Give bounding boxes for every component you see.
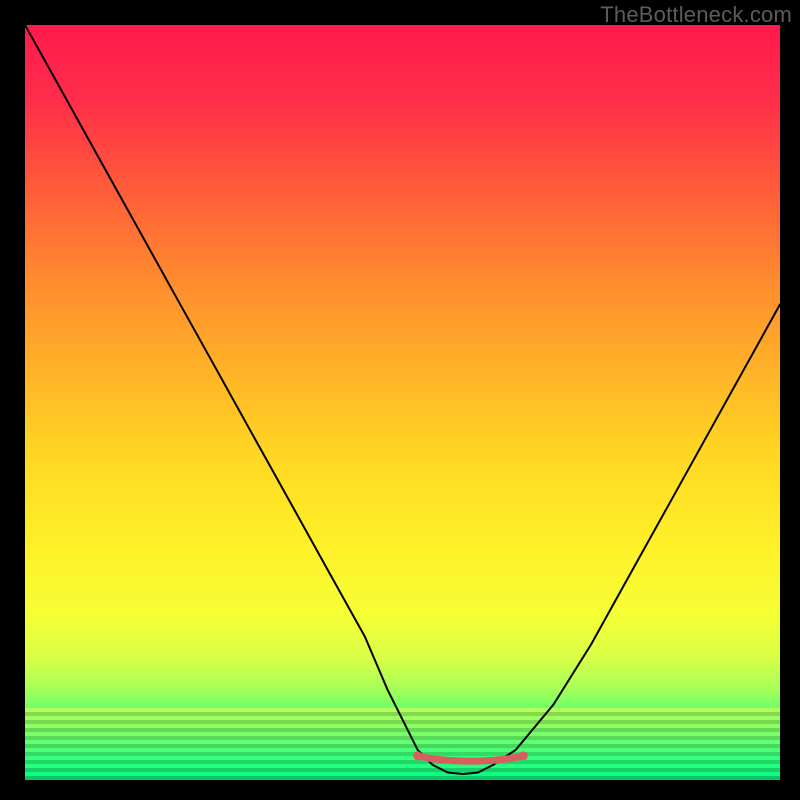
chart-frame: TheBottleneck.com <box>0 0 800 800</box>
curve-layer <box>25 25 780 780</box>
plot-area <box>25 25 780 780</box>
flat-segment-dot-left <box>413 751 422 760</box>
flat-segment <box>418 756 524 761</box>
flat-segment-dot-right <box>519 751 528 760</box>
watermark-text: TheBottleneck.com <box>600 2 792 28</box>
bottleneck-curve <box>25 25 780 774</box>
